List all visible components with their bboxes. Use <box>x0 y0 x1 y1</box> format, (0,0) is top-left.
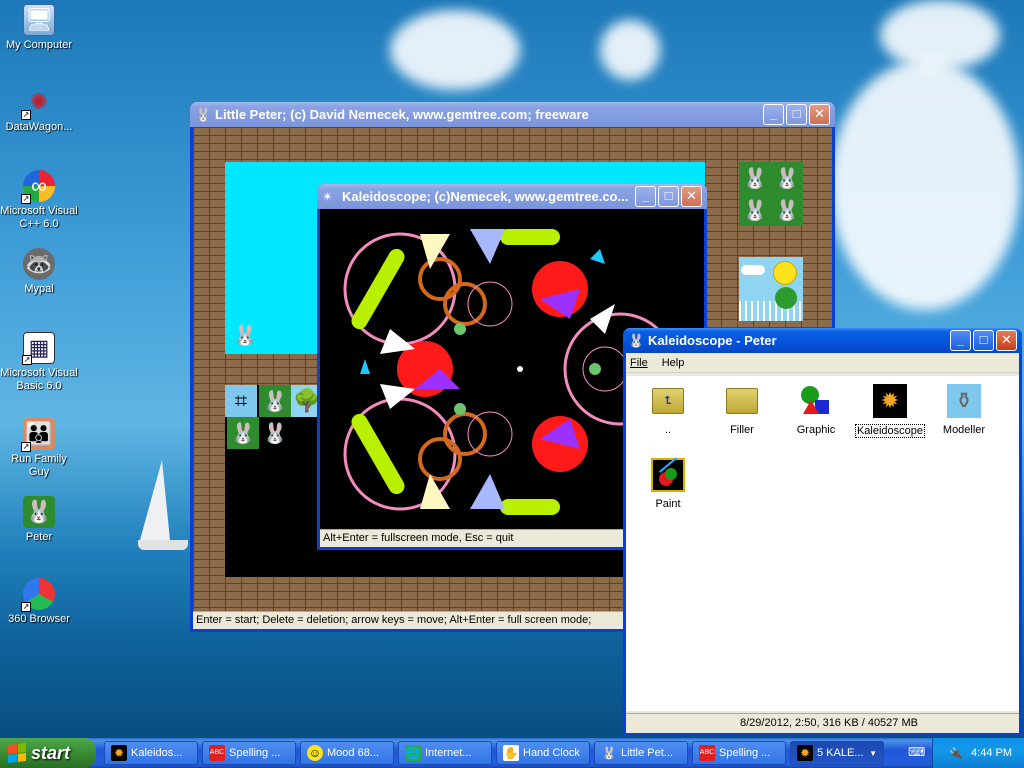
kaleidoscope-titlebar[interactable]: ✴ Kaleidoscope; (c)Nemecek, www.gemtree.… <box>317 184 707 209</box>
bunny-tile: 🐰 <box>259 417 291 449</box>
clock-icon: ✋ <box>503 745 519 761</box>
taskbar: start ✹ Kaleidos... ABC Spelling ... ☺ Mood… <box>0 738 1024 768</box>
close-button[interactable]: ✕ <box>681 186 702 207</box>
modeller-item[interactable]: ⚱ Modeller <box>926 384 1002 436</box>
kaleidoscope-icon: ✹ <box>873 384 907 418</box>
network-icon[interactable]: 🔌 <box>949 747 963 760</box>
bunny-icon: 🐰 <box>23 496 55 528</box>
browser-360-icon: ↗ <box>21 578 55 612</box>
abc-icon: ABC <box>699 745 715 761</box>
sun-icon <box>773 261 797 285</box>
bunny-tile: 🐰 <box>771 194 803 226</box>
keyboard-icon[interactable]: ⌨ <box>908 745 926 761</box>
file-list: ⮤ .. Filler Graphic ✹ Kaleidoscope ⚱ Mod… <box>626 376 1019 711</box>
explorer-titlebar[interactable]: 🐰 Kaleidoscope - Peter _ □ ✕ <box>623 328 1022 353</box>
desktop-icon-360-browser[interactable]: ↗ 360 Browser <box>0 578 78 626</box>
bunny-tile: 🐰 <box>739 162 771 194</box>
menu-file[interactable]: File <box>630 357 648 369</box>
sun-scene <box>739 257 803 321</box>
folder-icon <box>725 384 759 418</box>
graphic-item[interactable]: Graphic <box>778 384 854 436</box>
explorer-status: 8/29/2012, 2:50, 316 KB / 40527 MB <box>626 713 1019 733</box>
desktop-icon-visual-cpp[interactable]: ∞ ↗ Microsoft Visual C++ 6.0 <box>0 170 78 231</box>
task-internet[interactable]: 🌐 Internet... <box>398 741 492 765</box>
kaleidoscope-icon: ✹ <box>111 745 127 761</box>
minimize-button[interactable]: _ <box>763 104 784 125</box>
windows-logo-icon <box>8 743 26 763</box>
abc-icon: ABC <box>209 745 225 761</box>
kaleidoscope-icon: ✴ <box>322 188 333 204</box>
task-list: ✹ Kaleidos... ABC Spelling ... ☺ Mood 68...… <box>104 741 888 765</box>
bunny-tile: 🐰 <box>227 417 259 449</box>
maximize-button[interactable]: □ <box>973 330 994 351</box>
system-tray: 🔌 4:44 PM <box>932 738 1024 768</box>
graphic-icon <box>799 384 833 418</box>
maximize-button[interactable]: □ <box>658 186 679 207</box>
folder-up-icon: ⮤ <box>651 384 685 418</box>
minimize-button[interactable]: _ <box>635 186 656 207</box>
fence-tile: ⌗ <box>225 385 257 417</box>
mypal-icon: 🦝 <box>23 248 55 280</box>
internet-icon: 🌐 <box>405 745 421 761</box>
kaleidoscope-icon: ✹ <box>797 745 813 761</box>
desktop-icon-datawagon[interactable]: ✺ ↗ DataWagon... <box>0 86 78 134</box>
vase-icon: ⚱ <box>947 384 981 418</box>
bunny-tile: 🐰 <box>229 319 261 351</box>
computer-icon: 🖥 <box>23 4 55 36</box>
little-peter-titlebar[interactable]: 🐰 Little Peter; (c) David Nemecek, www.g… <box>190 102 835 127</box>
start-button[interactable]: start <box>0 738 96 768</box>
desktop-icon-my-computer[interactable]: 🖥 My Computer <box>0 4 78 52</box>
task-little-peter[interactable]: 🐰 Little Pet... <box>594 741 688 765</box>
desktop-icon-visual-basic[interactable]: ▦ ↗ Microsoft Visual Basic 6.0 <box>0 332 78 393</box>
task-mood[interactable]: ☺ Mood 68... <box>300 741 394 765</box>
desktop-icon-peter[interactable]: 🐰 Peter <box>0 496 78 544</box>
task-spelling-2[interactable]: ABC Spelling ... <box>692 741 786 765</box>
bunny-tile: 🐰 <box>771 162 803 194</box>
chevron-down-icon: ▼ <box>869 748 877 758</box>
explorer-window: 🐰 Kaleidoscope - Peter _ □ ✕ File Help ⠿… <box>623 328 1022 736</box>
smiley-icon: ☺ <box>307 745 323 761</box>
task-group-kaleidoscope[interactable]: ✹ 5 KALE... ▼ <box>790 741 884 765</box>
folder-up-item[interactable]: ⮤ .. <box>630 384 706 436</box>
bunny-icon: 🐰 <box>195 106 212 122</box>
sailboat <box>140 460 170 540</box>
task-spelling[interactable]: ABC Spelling ... <box>202 741 296 765</box>
bunny-icon: 🐰 <box>628 332 645 348</box>
visual-cpp-icon: ∞ ↗ <box>21 170 55 204</box>
menu-help[interactable]: Help <box>662 357 685 369</box>
kaleidoscope-item[interactable]: ✹ Kaleidoscope <box>852 384 928 438</box>
visual-basic-icon: ▦ ↗ <box>22 332 55 365</box>
desktop-icon-mypal[interactable]: 🦝 Mypal <box>0 248 78 296</box>
clock[interactable]: 4:44 PM <box>971 747 1012 759</box>
filler-item[interactable]: Filler <box>704 384 780 436</box>
tree-icon <box>775 287 797 309</box>
task-hand-clock[interactable]: ✋ Hand Clock <box>496 741 590 765</box>
maximize-button[interactable]: □ <box>786 104 807 125</box>
desktop-icon-family-guy[interactable]: 👪 ↗ Run Family Guy <box>0 418 78 479</box>
paint-item[interactable]: Paint <box>630 457 706 510</box>
family-guy-icon: 👪 ↗ <box>21 418 55 452</box>
bunny-tile: 🐰 <box>739 194 771 226</box>
bunny-icon: 🐰 <box>601 746 617 760</box>
close-button[interactable]: ✕ <box>809 104 830 125</box>
datawagon-icon: ✺ ↗ <box>21 89 49 120</box>
task-kaleidoscope[interactable]: ✹ Kaleidos... <box>104 741 198 765</box>
bunny-tile: 🐰 <box>259 385 291 417</box>
menu-bar: File Help <box>626 353 1019 373</box>
close-button[interactable]: ✕ <box>996 330 1017 351</box>
minimize-button[interactable]: _ <box>950 330 971 351</box>
paint-icon <box>651 457 685 492</box>
